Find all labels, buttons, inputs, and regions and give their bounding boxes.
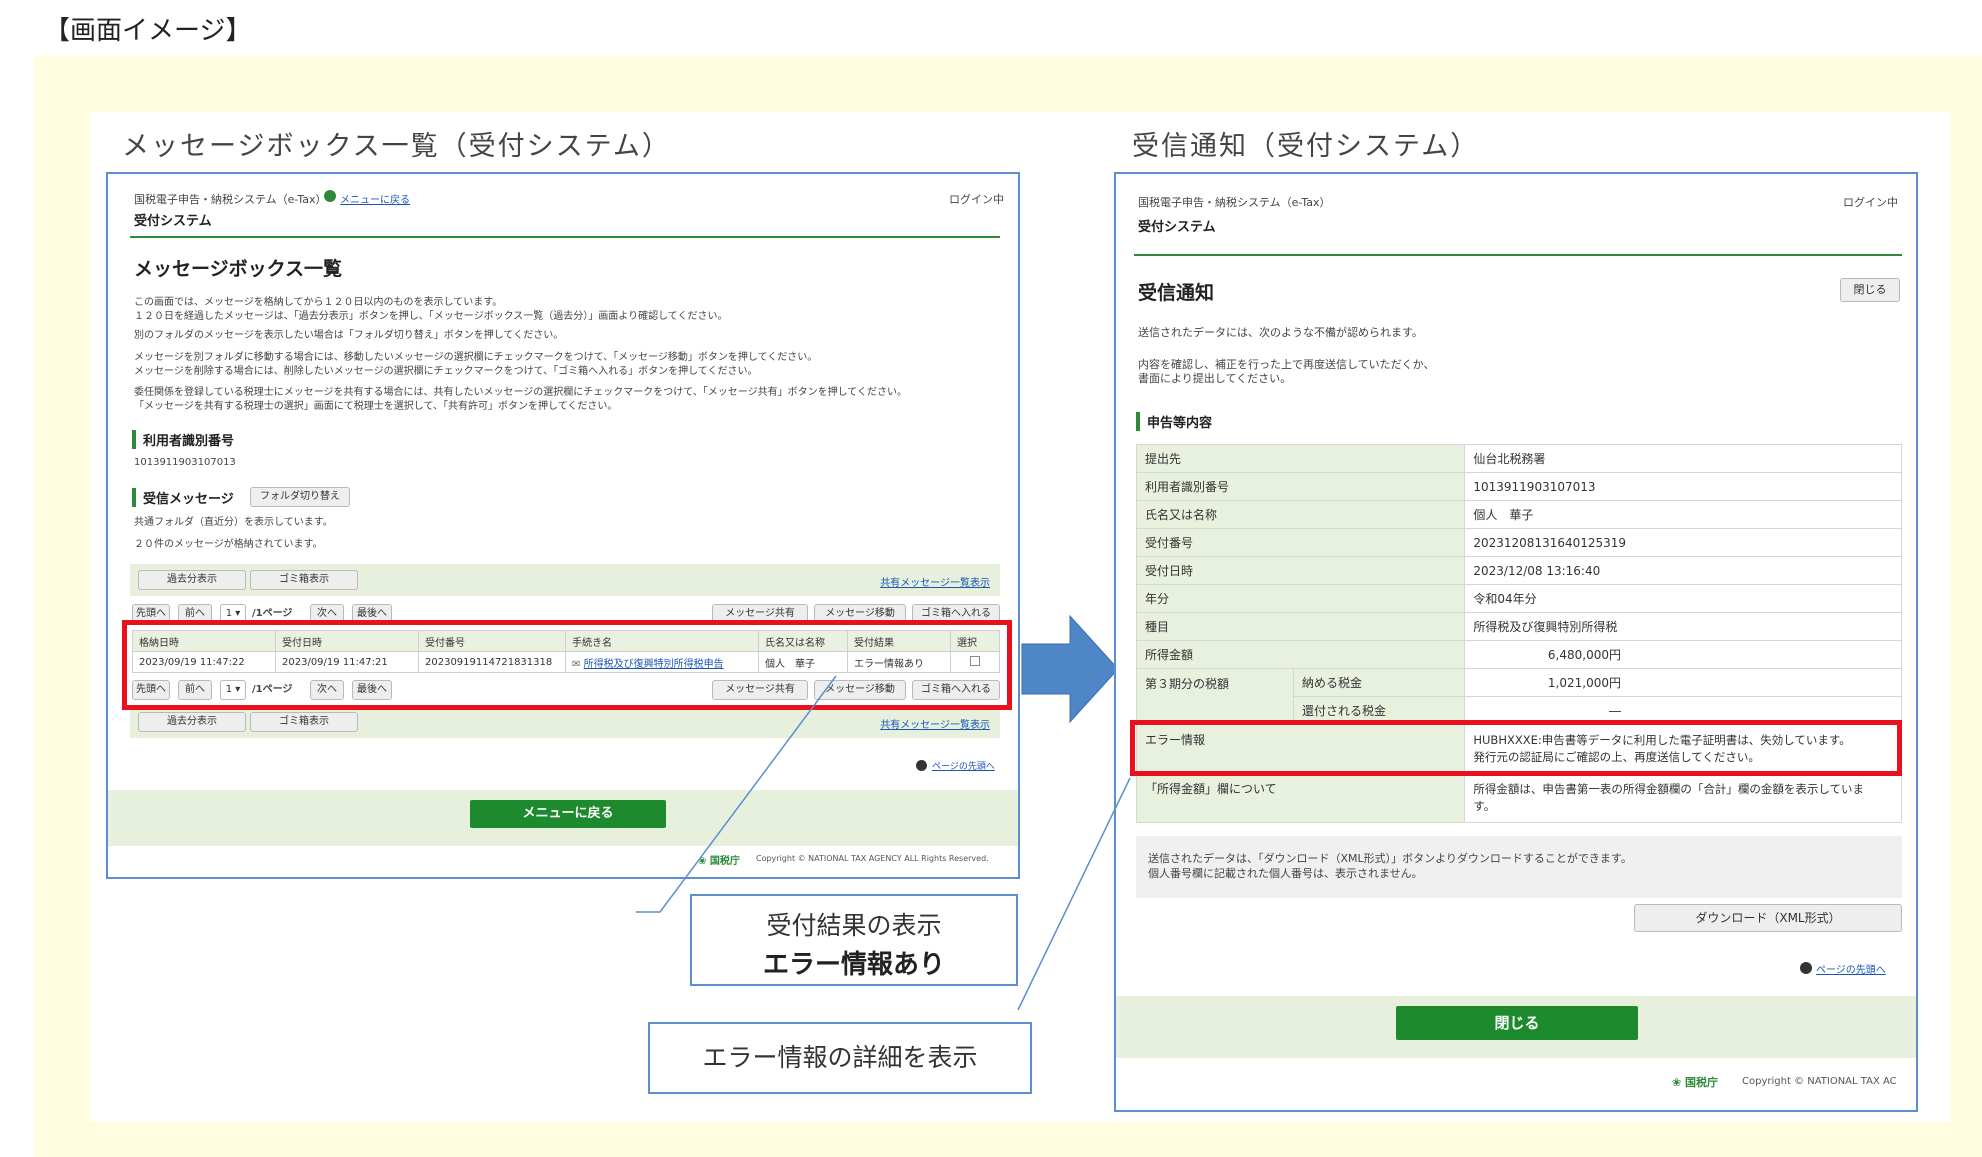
callout-line: 受付結果の表示 — [766, 911, 942, 940]
callout-result-display: 受付結果の表示 エラー情報あり — [690, 894, 1018, 986]
callout-line-bold: エラー情報あり — [762, 950, 945, 980]
callout-error-detail: エラー情報の詳細を表示 — [648, 1022, 1032, 1094]
